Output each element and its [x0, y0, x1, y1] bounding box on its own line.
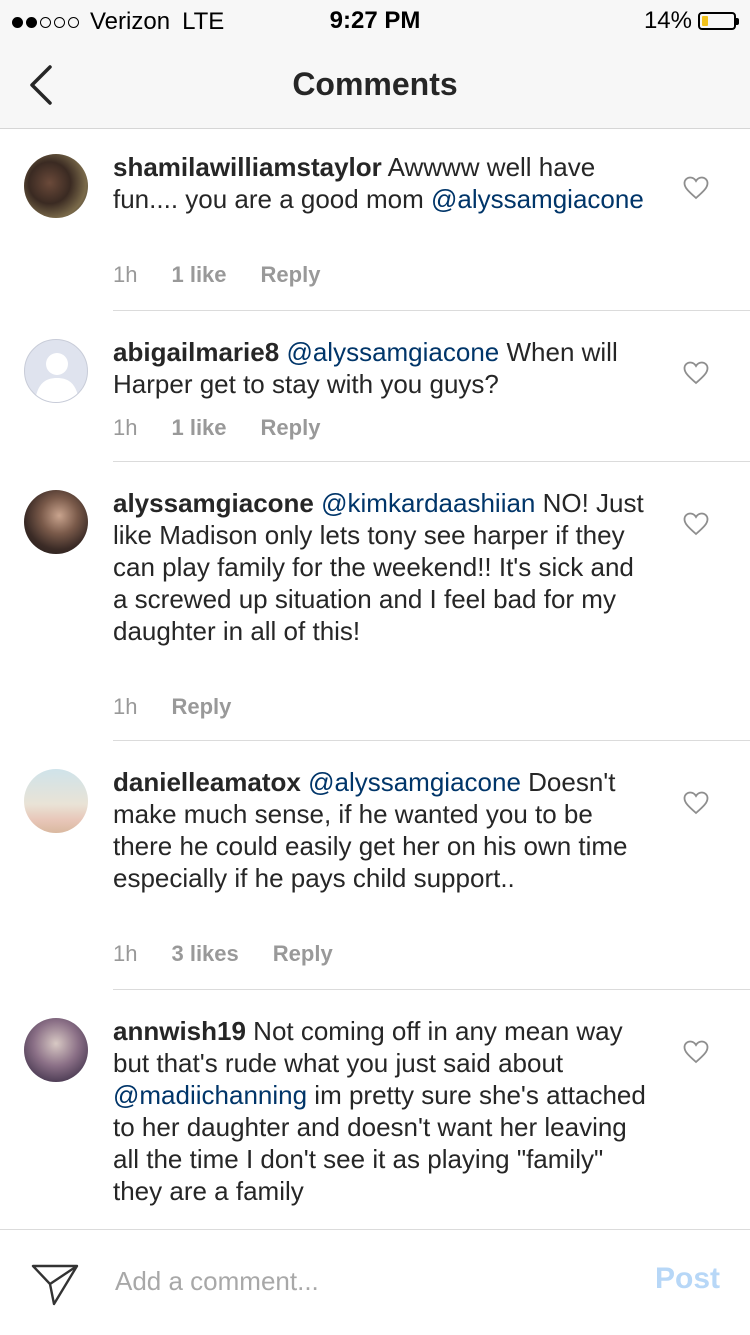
- post-button[interactable]: Post: [655, 1262, 720, 1296]
- comment-username[interactable]: annwish19: [113, 1016, 246, 1046]
- avatar[interactable]: [24, 1018, 88, 1082]
- comment-meta: 1h 1 like Reply: [113, 415, 320, 441]
- battery-info: 14%: [643, 7, 739, 35]
- page-title: Comments: [292, 66, 458, 102]
- divider: [113, 740, 750, 741]
- comment-meta: 1h 3 likes Reply: [113, 941, 333, 967]
- comment-mention[interactable]: @alyssamgiacone: [431, 184, 644, 214]
- default-avatar-icon: [35, 353, 79, 402]
- comment-mention[interactable]: @madiichanning: [113, 1080, 307, 1110]
- reply-button[interactable]: Reply: [171, 694, 231, 720]
- nav-bar: Comments: [0, 42, 750, 129]
- comment-likes[interactable]: 1 like: [171, 262, 226, 288]
- comment-likes[interactable]: 3 likes: [171, 941, 238, 967]
- battery-percent: 14%: [643, 7, 692, 34]
- heart-icon[interactable]: [683, 791, 709, 815]
- clock: 9:27 PM: [329, 7, 421, 34]
- comment-text: danielleamatox @alyssamgiacone Doesn't m…: [113, 766, 653, 894]
- comment-meta: 1h 1 like Reply: [113, 262, 320, 288]
- comment-meta: 1h Reply: [113, 694, 231, 720]
- comment-time: 1h: [113, 941, 138, 966]
- avatar[interactable]: [24, 490, 88, 554]
- heart-icon[interactable]: [683, 512, 709, 536]
- heart-icon[interactable]: [683, 176, 709, 200]
- battery-icon: [698, 12, 739, 30]
- avatar[interactable]: [24, 339, 88, 403]
- divider: [113, 310, 750, 311]
- reply-button[interactable]: Reply: [261, 262, 321, 288]
- heart-icon[interactable]: [683, 361, 709, 385]
- avatar[interactable]: [24, 154, 88, 218]
- comment-mention[interactable]: @alyssamgiacone: [286, 337, 499, 367]
- comment-time: 1h: [113, 262, 138, 287]
- comment-username[interactable]: shamilawilliamstaylor: [113, 152, 382, 182]
- comments-list[interactable]: shamilawilliamstaylor Awwww well have fu…: [0, 129, 750, 1229]
- comment-username[interactable]: abigailmarie8: [113, 337, 279, 367]
- comment-text: annwish19 Not coming off in any mean way…: [113, 1015, 653, 1207]
- comment-text: alyssamgiacone @kimkardaashiian NO! Just…: [113, 487, 653, 647]
- divider: [113, 989, 750, 990]
- comment-time: 1h: [113, 694, 138, 719]
- paper-plane-icon[interactable]: [30, 1260, 80, 1308]
- comment-mention[interactable]: @kimkardaashiian: [321, 488, 535, 518]
- status-bar: Verizon LTE 9:27 PM 14%: [0, 0, 750, 42]
- comment-text: abigailmarie8 @alyssamgiacone When will …: [113, 336, 653, 400]
- comment-mention[interactable]: @alyssamgiacone: [308, 767, 521, 797]
- avatar[interactable]: [24, 769, 88, 833]
- comment-likes[interactable]: 1 like: [171, 415, 226, 441]
- reply-button[interactable]: Reply: [261, 415, 321, 441]
- comment-text: shamilawilliamstaylor Awwww well have fu…: [113, 151, 653, 215]
- comment-username[interactable]: danielleamatox: [113, 767, 301, 797]
- comment-username[interactable]: alyssamgiacone: [113, 488, 314, 518]
- divider: [113, 461, 750, 462]
- comment-composer: Add a comment... Post: [0, 1229, 750, 1335]
- comment-body: [301, 767, 308, 797]
- reply-button[interactable]: Reply: [273, 941, 333, 967]
- comment-input[interactable]: Add a comment...: [115, 1266, 319, 1297]
- heart-icon[interactable]: [683, 1040, 709, 1064]
- comment-time: 1h: [113, 415, 138, 440]
